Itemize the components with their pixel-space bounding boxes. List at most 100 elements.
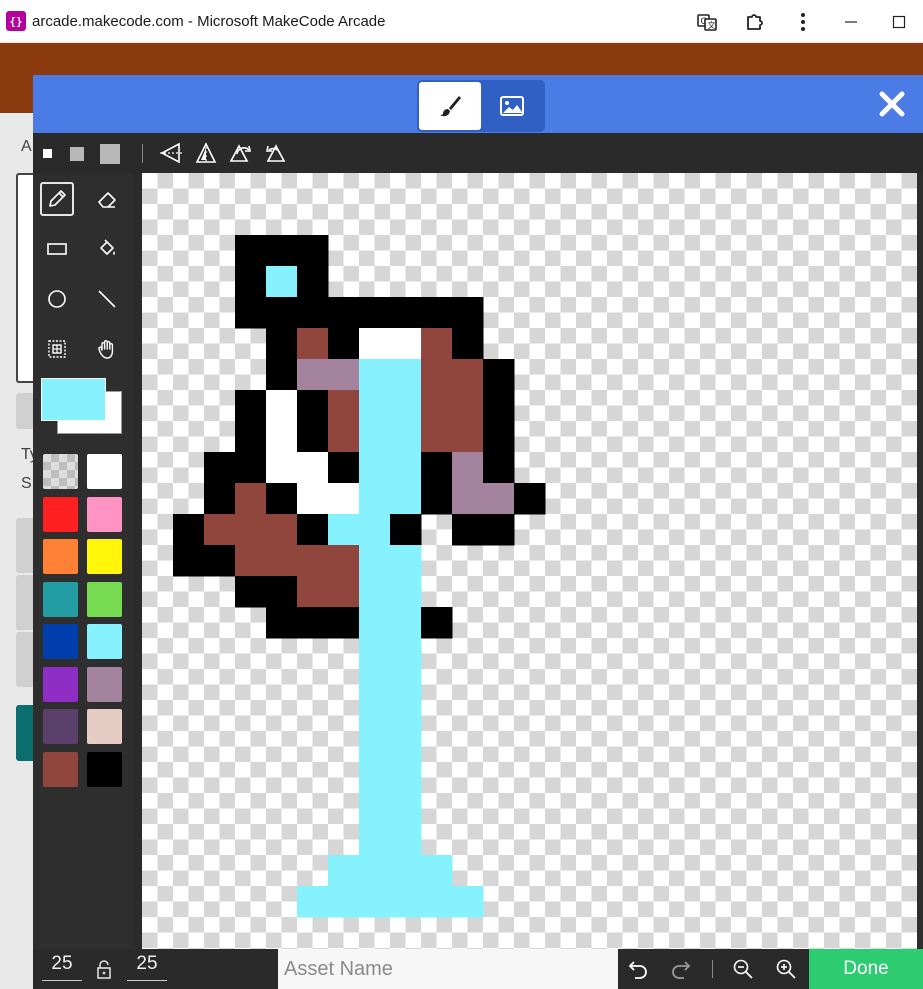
sprite-pixel — [328, 328, 360, 360]
translate-icon[interactable]: G文 — [683, 0, 731, 43]
eraser-tool[interactable] — [90, 182, 124, 216]
sprite-pixel — [266, 359, 298, 391]
rotate-ccw-icon[interactable] — [264, 142, 288, 164]
asset-name-input[interactable] — [278, 949, 618, 989]
sprite-pixel — [359, 483, 391, 515]
palette-swatch[interactable] — [87, 454, 122, 489]
fill-tool[interactable] — [90, 232, 124, 266]
image-gallery-icon — [500, 96, 524, 116]
palette-swatch[interactable] — [87, 666, 122, 702]
maximize-icon[interactable] — [875, 0, 923, 43]
sprite-pixel — [297, 545, 329, 577]
palette-swatch[interactable] — [43, 624, 78, 659]
sprite-pixel — [452, 421, 484, 453]
sprite-pixel — [235, 576, 267, 608]
paint-bucket-icon — [100, 239, 115, 255]
sprite-pixel — [390, 297, 422, 329]
palette-swatch[interactable] — [43, 581, 78, 617]
gallery-mode-button[interactable] — [481, 82, 543, 130]
window-titlebar: {} arcade.makecode.com - Microsoft MakeC… — [0, 0, 923, 43]
minimize-icon[interactable] — [827, 0, 875, 43]
sprite-pixel — [235, 266, 267, 298]
palette-swatch[interactable] — [87, 624, 122, 659]
sprite-pixel — [328, 545, 360, 577]
sprite-pixel — [266, 452, 298, 484]
sprite-pixel — [452, 886, 484, 918]
sprite-pixel — [390, 824, 422, 856]
background-field — [16, 173, 33, 383]
done-button[interactable]: Done — [809, 949, 923, 989]
palette-swatch[interactable] — [43, 539, 78, 574]
sprite-pixel — [266, 235, 298, 267]
sprite-pixel — [421, 607, 453, 639]
sprite-pixel — [235, 545, 267, 577]
sprite-pixel — [235, 452, 267, 484]
sprite-pixel — [390, 359, 422, 391]
sprite-pixel — [235, 235, 267, 267]
palette-swatch[interactable] — [87, 496, 122, 532]
close-editor-button[interactable] — [875, 87, 909, 121]
sprite-pixel — [297, 483, 329, 515]
close-icon — [879, 91, 905, 117]
sprite-pixel — [390, 390, 422, 422]
circle-tool[interactable] — [40, 282, 74, 316]
sprite-pixel — [297, 359, 329, 391]
paint-mode-button[interactable] — [419, 82, 481, 130]
sprite-pixel — [266, 297, 298, 329]
undo-icon[interactable] — [626, 957, 650, 981]
brush-size-medium[interactable] — [70, 147, 84, 161]
extensions-icon[interactable] — [731, 0, 779, 43]
sprite-pixel — [173, 545, 205, 577]
window-controls: G文 — [683, 0, 923, 43]
background-button — [16, 393, 33, 429]
sprite-pixel — [297, 328, 329, 360]
line-tool[interactable] — [90, 282, 124, 316]
rotate-cw-icon[interactable] — [229, 142, 253, 164]
sprite-pixel — [359, 824, 391, 856]
width-input[interactable]: 25 — [42, 951, 82, 981]
background-label: S — [21, 475, 32, 492]
sprite-pixel — [266, 607, 298, 639]
marquee-tool[interactable] — [40, 332, 74, 366]
zoom-out-icon[interactable] — [731, 957, 755, 981]
flip-vertical-icon[interactable] — [159, 142, 183, 164]
flip-horizontal-icon[interactable] — [194, 142, 218, 164]
sprite-pixel — [483, 452, 515, 484]
sprite-pixel — [359, 390, 391, 422]
more-options-icon[interactable] — [779, 0, 827, 43]
sprite-pixel — [235, 421, 267, 453]
palette-swatch[interactable] — [87, 581, 122, 617]
sprite-pixel — [359, 669, 391, 701]
palette-swatch[interactable] — [43, 666, 78, 702]
brush-size-large[interactable] — [100, 144, 120, 164]
redo-icon[interactable] — [669, 957, 693, 981]
rectangle-tool[interactable] — [40, 232, 74, 266]
palette-swatch[interactable] — [43, 496, 78, 532]
sprite-pixel — [514, 483, 546, 515]
toolbar-divider — [142, 144, 143, 163]
foreground-color-swatch[interactable] — [41, 378, 106, 421]
sprite-pixel — [204, 483, 236, 515]
palette-swatch[interactable] — [87, 751, 122, 787]
sprite-pixel — [297, 576, 329, 608]
sprite-pixel — [390, 576, 422, 608]
pencil-tool[interactable] — [40, 182, 74, 216]
pan-tool[interactable] — [90, 332, 124, 366]
sprite-pixel — [328, 297, 360, 329]
palette-swatch[interactable] — [87, 709, 122, 744]
palette-swatch[interactable] — [43, 751, 78, 787]
palette-swatch[interactable] — [43, 454, 78, 489]
sprite-pixel — [359, 731, 391, 763]
height-input[interactable]: 25 — [127, 951, 167, 981]
editor-toolbar — [33, 133, 923, 173]
zoom-in-icon[interactable] — [774, 957, 798, 981]
sprite-pixel — [359, 545, 391, 577]
sprite-pixel — [266, 545, 298, 577]
brush-size-small[interactable] — [43, 149, 52, 158]
sprite-pixel — [204, 545, 236, 577]
palette-swatch[interactable] — [43, 709, 78, 744]
sprite-canvas[interactable] — [142, 173, 917, 949]
lock-aspect-icon[interactable] — [95, 958, 113, 980]
sprite-pixel — [297, 266, 329, 298]
palette-swatch[interactable] — [87, 539, 122, 574]
